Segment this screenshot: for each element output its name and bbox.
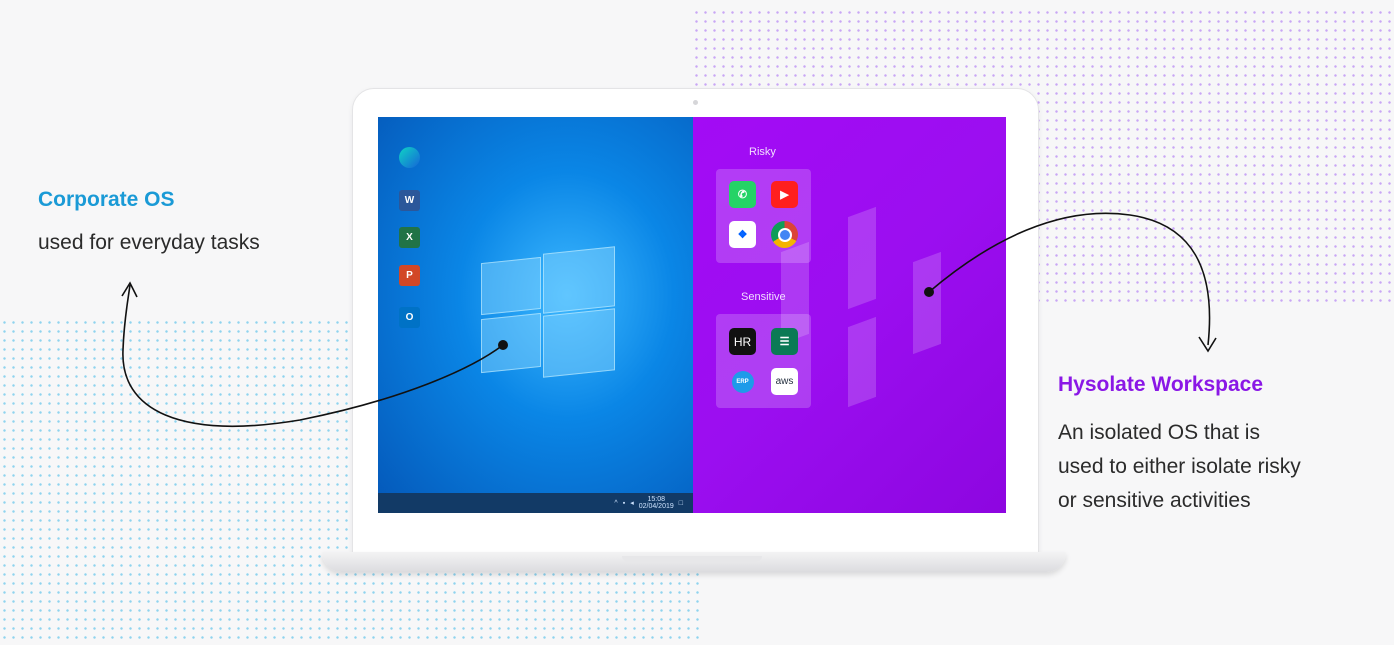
hysolate-arrow [928, 212, 1211, 346]
annotation-arrows [121, 212, 1217, 427]
corporate-os-arrow [122, 284, 504, 427]
arrow-origin-dot [498, 340, 508, 350]
arrow-origin-dot [924, 287, 934, 297]
